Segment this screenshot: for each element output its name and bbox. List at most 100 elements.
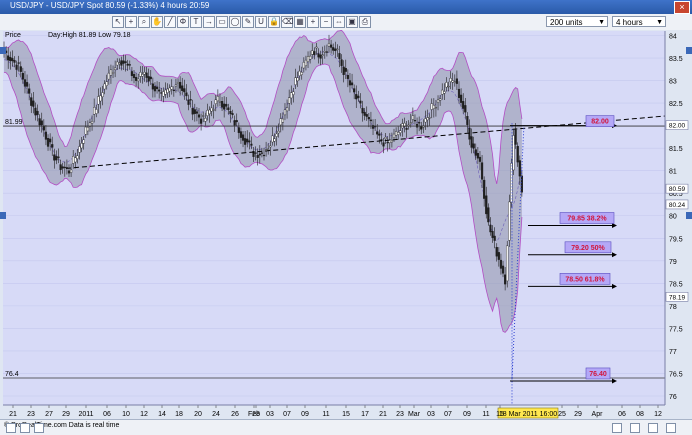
units-select-value: 200 units — [550, 18, 583, 27]
crosshair-icon[interactable]: + — [125, 16, 137, 28]
right-scroll-handle[interactable] — [686, 212, 692, 219]
zoom-in-icon[interactable] — [648, 423, 658, 433]
candle-body — [233, 120, 236, 126]
candle-body — [55, 156, 58, 161]
candle-body — [90, 121, 94, 124]
rectangle-icon[interactable]: ▭ — [216, 16, 228, 28]
plus-icon[interactable]: + — [307, 16, 319, 28]
candle-body — [78, 146, 81, 153]
candle-body — [170, 86, 173, 90]
eraser-icon[interactable]: ⌫ — [281, 16, 293, 28]
candle-body — [428, 117, 431, 119]
candle-body — [346, 74, 349, 79]
fit-icon[interactable]: ⇔ — [333, 16, 345, 28]
x-tick-label: 15 — [496, 411, 504, 418]
candle-body — [36, 110, 39, 115]
x-tick-label: 11 — [482, 411, 489, 418]
candle-body — [426, 117, 429, 121]
ellipse-icon[interactable]: ◯ — [229, 16, 241, 28]
price-chart[interactable]: 81.99 76.4 18 Mar 2011 16:00 82.00 79.85 38.… — [0, 30, 692, 419]
candle-body — [306, 56, 310, 62]
candle-body — [145, 72, 148, 78]
candle-body — [195, 111, 199, 114]
candle-body — [382, 142, 385, 147]
fib-level-label: 79.20 50% — [571, 245, 605, 252]
candle-body — [72, 156, 75, 164]
candle-body — [13, 60, 16, 63]
grid-icon[interactable]: ▦ — [294, 16, 306, 28]
scroll-icon[interactable] — [34, 423, 44, 433]
candle-body — [342, 66, 345, 75]
candle-body — [134, 77, 138, 81]
scroll-right-icon[interactable] — [666, 423, 676, 433]
candle-body — [514, 129, 517, 145]
candle-body — [311, 50, 314, 55]
candle-body — [451, 80, 454, 83]
zoom-out-icon[interactable] — [630, 423, 640, 433]
candle-body — [269, 145, 272, 148]
lock-icon[interactable]: 🔒 — [268, 16, 280, 28]
minus-icon[interactable]: − — [320, 16, 332, 28]
candle-body — [344, 67, 347, 72]
y-tick-label: 77.5 — [669, 326, 683, 333]
y-tick-label: 82.5 — [669, 101, 683, 108]
candle-body — [40, 120, 43, 126]
candle-body — [329, 44, 333, 48]
candle-body — [114, 67, 117, 70]
candle-body — [181, 85, 184, 91]
hand-icon[interactable]: ✋ — [151, 16, 163, 28]
candle-body — [30, 97, 33, 106]
y-tick-label: 79 — [669, 259, 677, 266]
zoom-icon[interactable] — [20, 423, 30, 433]
camera-icon[interactable]: ▣ — [346, 16, 358, 28]
x-tick-label: 26 — [231, 411, 239, 418]
left-scroll-handle[interactable] — [0, 47, 6, 54]
y-tick-label: 84 — [669, 34, 677, 41]
candle-body — [248, 140, 251, 143]
pen-icon[interactable]: ✎ — [242, 16, 254, 28]
print-icon[interactable]: ⎙ — [359, 16, 371, 28]
cursor-icon[interactable]: ↖ — [112, 16, 124, 28]
candle-body — [254, 152, 257, 154]
candle-body — [512, 135, 515, 171]
candle-body — [508, 201, 511, 241]
candle-body — [390, 140, 394, 143]
candle-body — [338, 53, 341, 60]
candle-body — [361, 107, 364, 114]
y-tick-label: 83.5 — [669, 56, 683, 63]
candle-body — [124, 61, 127, 63]
candle-body — [281, 118, 284, 123]
candle-body — [235, 120, 238, 123]
candle-body — [455, 78, 459, 84]
candle-body — [82, 139, 85, 144]
candle-body — [478, 156, 482, 162]
candle-body — [359, 100, 362, 104]
text-icon[interactable]: T — [190, 16, 202, 28]
candle-body — [277, 131, 280, 134]
candle-body — [323, 51, 326, 53]
candle-body — [409, 122, 412, 124]
candle-body — [256, 154, 259, 158]
cursor-icon[interactable] — [6, 423, 16, 433]
right-scroll-handle[interactable] — [686, 47, 692, 54]
candle-body — [111, 72, 115, 74]
magnet-icon[interactable]: U — [255, 16, 267, 28]
scroll-left-icon[interactable] — [612, 423, 622, 433]
candle-body — [216, 96, 219, 102]
candle-body — [504, 274, 507, 285]
candle-body — [44, 131, 48, 140]
x-tick-label: 12 — [140, 411, 148, 418]
fibonacci-icon[interactable]: Φ — [177, 16, 189, 28]
close-icon[interactable]: × — [674, 1, 690, 14]
zoom-icon[interactable]: ⌕ — [138, 16, 150, 28]
left-scroll-handle[interactable] — [0, 212, 6, 219]
fib-level-label: 78.50 61.8% — [565, 276, 605, 283]
timeframe-select[interactable]: 4 hours ▼ — [612, 16, 666, 27]
units-select[interactable]: 200 units ▼ — [546, 16, 608, 27]
line-icon[interactable]: ╱ — [164, 16, 176, 28]
candle-body — [441, 89, 444, 95]
candle-body — [143, 72, 146, 75]
arrow-icon[interactable]: → — [203, 16, 215, 28]
x-tick-label: 24 — [212, 411, 220, 418]
candle-body — [365, 114, 368, 117]
